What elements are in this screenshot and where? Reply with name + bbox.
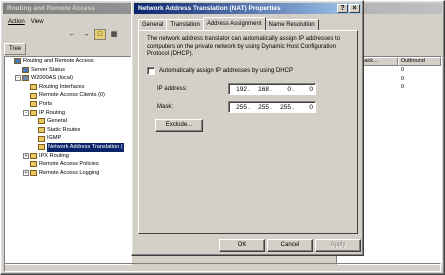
tree-item[interactable]: Ports (5, 100, 131, 109)
ip-address-label: IP address: (157, 86, 188, 92)
tree-item[interactable]: Routing and Remote Access (5, 57, 131, 66)
help-icon[interactable]: ? (337, 4, 348, 13)
mask-field[interactable]: 255. 255. 255. 0 (228, 101, 316, 113)
column-header-outbound[interactable]: Outbound (397, 57, 441, 66)
tab-name-resolution[interactable]: Name Resolution (264, 19, 319, 30)
up-folder-icon[interactable]: □ (94, 29, 106, 40)
dhcp-checkbox[interactable] (147, 67, 155, 75)
ip-octet-2[interactable]: 168 (251, 86, 269, 93)
show-tree-icon[interactable]: ▦ (108, 29, 120, 40)
tree-item-label: IP Routing (39, 109, 66, 116)
tab-general[interactable]: General (138, 19, 168, 30)
dhcp-checkbox-label: Automatically assign IP addresses by usi… (159, 68, 293, 74)
computer-icon (22, 66, 29, 73)
dialog-title-bar[interactable]: Network Address Translation (NAT) Proper… (134, 3, 361, 14)
status-bar (4, 263, 441, 272)
tree-item-label: General (47, 118, 67, 125)
folder-icon (30, 109, 37, 116)
mask-octet-2[interactable]: 255 (251, 104, 269, 111)
folder-icon (30, 170, 37, 177)
back-arrow-icon[interactable]: ← (66, 29, 78, 40)
dhcp-checkbox-row[interactable]: Automatically assign IP addresses by usi… (147, 67, 293, 75)
tree-item[interactable]: + Remote Access Logging (5, 169, 131, 178)
expand-icon[interactable]: + (23, 152, 29, 159)
main-toolbar: ← → □ ▦ (66, 28, 120, 41)
folder-icon (30, 84, 37, 91)
folder-icon (38, 144, 45, 151)
apply-button[interactable]: Apply (315, 239, 361, 252)
main-window-title: Routing and Remote Access (7, 5, 95, 12)
tree-item[interactable]: + IPX Routing (5, 152, 131, 161)
tree-tab[interactable]: Tree (4, 43, 27, 55)
tree-item[interactable]: Routing Interfaces (5, 83, 131, 92)
tree-item[interactable]: Remote Access Clients (0) (5, 91, 131, 100)
mask-label: Mask: (157, 104, 174, 110)
ip-address-field[interactable]: 192. 168. 0. 0 (228, 83, 316, 95)
tree-item-label: Server Status (31, 66, 65, 73)
ip-octet-4[interactable]: 0 (295, 86, 313, 93)
collapse-icon[interactable]: - (15, 75, 21, 82)
ip-octet-1[interactable]: 192 (229, 86, 247, 93)
nat-properties-dialog: Network Address Translation (NAT) Proper… (131, 0, 364, 256)
folder-icon (38, 118, 45, 125)
tree-item[interactable]: Static Routes (5, 126, 131, 135)
dialog-tabs: General Translation Address Assignment N… (138, 17, 319, 30)
tree-item-label: Remote Access Policies (39, 161, 99, 168)
tree-item[interactable]: Remote Access Policies (5, 160, 131, 169)
tree-item-label: Static Routes (47, 126, 81, 133)
menu-action[interactable]: Action (8, 19, 25, 25)
exclude-button[interactable]: Exclude... (155, 119, 203, 132)
folder-icon (30, 152, 37, 159)
folder-icon (30, 92, 37, 99)
tab-address-assignment[interactable]: Address Assignment (202, 17, 266, 30)
forward-arrow-icon[interactable]: → (80, 29, 92, 40)
folder-icon (38, 127, 45, 134)
tree-tab-label: Tree (9, 46, 22, 52)
folder-icon (38, 135, 45, 142)
tab-translation[interactable]: Translation (166, 19, 204, 30)
collapse-icon[interactable]: - (23, 109, 29, 116)
tree-item-label: Remote Access Logging (39, 169, 100, 176)
description-text: The network address translator can autom… (147, 36, 340, 57)
tree-item-label: IPX Routing (39, 152, 69, 159)
tree-item-label: IGMP (47, 135, 62, 142)
list-cell: 0 (400, 67, 404, 73)
dialog-title: Network Address Translation (NAT) Proper… (138, 5, 281, 12)
mask-octet-4[interactable]: 0 (295, 104, 313, 111)
tree-item[interactable]: General (5, 117, 131, 126)
ok-button[interactable]: OK (219, 239, 265, 252)
tree-item-label: Routing and Remote Access (23, 58, 94, 64)
tree-item[interactable]: - W2000AS (local) (5, 74, 131, 83)
list-cell: 0 (400, 84, 404, 91)
menu-view[interactable]: View (31, 19, 44, 25)
mask-octet-1[interactable]: 255 (229, 104, 247, 111)
ip-octet-3[interactable]: 0 (273, 86, 291, 93)
tree-item-label: Network Address Translation ( (47, 142, 124, 152)
tree-item-label: Ports (39, 100, 53, 107)
expand-icon[interactable]: + (23, 170, 29, 177)
tree-item[interactable]: - IP Routing (5, 109, 131, 118)
tree-item[interactable]: Server Status (5, 66, 131, 75)
tree-item-label: Routing Interfaces (39, 83, 85, 90)
cancel-button[interactable]: Cancel (267, 239, 313, 252)
folder-icon (30, 161, 37, 168)
mask-octet-3[interactable]: 255 (273, 104, 291, 111)
tree-item-label: Remote Access Clients (0) (39, 92, 105, 99)
tree-item[interactable]: IGMP (5, 134, 131, 143)
close-icon[interactable]: × (349, 4, 360, 13)
address-assignment-panel: The network address translator can autom… (138, 30, 358, 234)
computer-icon (14, 58, 21, 65)
folder-icon (30, 101, 37, 108)
tree-item[interactable]: Network Address Translation ( (5, 142, 131, 152)
list-cell: 0 (400, 75, 404, 82)
tree-item-label: W2000AS (local) (31, 75, 73, 82)
server-icon (22, 75, 29, 82)
console-tree[interactable]: Routing and Remote Access Server Status - W… (4, 56, 132, 265)
